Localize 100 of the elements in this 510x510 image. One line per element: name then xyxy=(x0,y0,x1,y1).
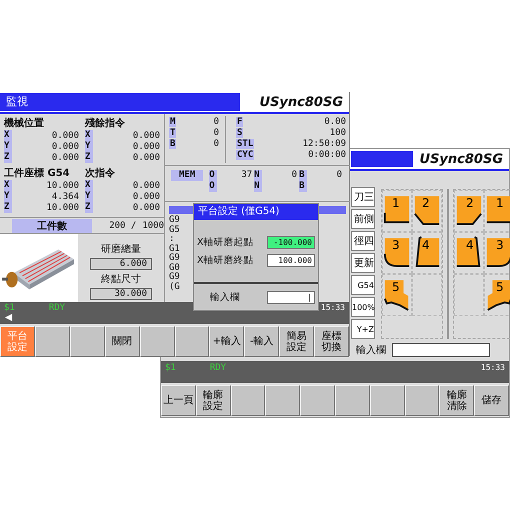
softkey[interactable]: 儲存 xyxy=(474,385,509,416)
code-label: F xyxy=(236,116,244,126)
side-tab[interactable]: G54 xyxy=(351,275,375,295)
shape-option[interactable]: 4 xyxy=(413,236,441,270)
program-key: N xyxy=(254,181,262,192)
program-key: B xyxy=(299,170,308,181)
shape-option[interactable]: 2 xyxy=(413,194,441,228)
axis-label: X xyxy=(4,180,12,191)
softkey[interactable] xyxy=(370,385,405,416)
code-value: 0:00:00 xyxy=(308,150,346,160)
input-field[interactable]: | xyxy=(267,290,315,304)
code-label: S xyxy=(236,128,244,138)
axis-label: X xyxy=(85,180,93,191)
axis-value: 0.000 xyxy=(132,130,160,140)
shape-option[interactable]: 2 xyxy=(455,194,483,228)
code-value: 100 xyxy=(330,128,346,138)
code-value: 0.00 xyxy=(324,116,346,126)
program-value: 0 xyxy=(336,170,343,181)
code-value: 12:50:09 xyxy=(302,138,346,148)
program-line: G9 xyxy=(169,273,181,282)
clock-time: 15:33 xyxy=(320,303,345,313)
end-size-value: 30.000 xyxy=(90,288,152,300)
input-label: 輸入欄 xyxy=(356,344,386,357)
softkey[interactable]: 輪廓設定 xyxy=(196,385,231,416)
end-size-label: 終點尺寸 xyxy=(101,272,141,286)
program-value: 37 xyxy=(240,170,254,181)
axis-label: X xyxy=(4,130,12,141)
program-line: : xyxy=(169,235,176,244)
side-tab[interactable]: 更新 xyxy=(351,253,375,273)
axis-label: Z xyxy=(4,152,12,163)
left-arrow-icon[interactable] xyxy=(4,313,13,322)
program-key: N xyxy=(254,170,262,181)
channel-label: $1 xyxy=(165,363,176,373)
position-title: 機械位置 xyxy=(4,116,45,130)
softkey[interactable]: 輪廓清除 xyxy=(439,385,474,416)
shape-option[interactable]: 5 xyxy=(383,278,411,312)
side-tab[interactable]: 前側 xyxy=(351,209,375,229)
grind-total-value: 6.000 xyxy=(90,258,152,270)
logo: USync80SG xyxy=(420,152,504,166)
value-field[interactable]: 100.000 xyxy=(267,254,315,266)
softkey[interactable] xyxy=(300,385,335,416)
softkey[interactable]: -輸入 xyxy=(244,326,280,357)
logo: USync80SG xyxy=(260,94,344,110)
position-title: 工件座標 G54 xyxy=(4,166,71,180)
axis-value: 0.000 xyxy=(52,152,79,162)
code-value: 0 xyxy=(214,116,219,126)
dialog-title: 平台設定 (僅G54) xyxy=(194,204,318,220)
axis-label: Z xyxy=(4,202,12,213)
program-line: G1 xyxy=(169,244,181,254)
side-tab[interactable]: Y+Z xyxy=(351,319,375,339)
program-key: B xyxy=(299,181,308,192)
axis-value: 0.000 xyxy=(52,142,79,152)
softkey[interactable]: 關閉 xyxy=(104,326,140,357)
input-label: 輸入欄 xyxy=(210,290,240,304)
channel-label: $1 xyxy=(4,303,15,313)
softkey[interactable] xyxy=(334,385,370,416)
axis-label: Z xyxy=(85,202,93,213)
softkey[interactable] xyxy=(140,326,175,357)
axis-label: Y xyxy=(85,191,93,202)
code-label: M xyxy=(169,116,176,126)
shape-option[interactable]: 5 xyxy=(485,278,510,312)
shape-option[interactable]: 1 xyxy=(485,194,510,228)
program-line: G0 xyxy=(169,264,181,272)
grind-total-label: 研磨總量 xyxy=(101,242,141,256)
program-value: 0 xyxy=(290,170,298,181)
side-tab[interactable]: 刀三 xyxy=(351,187,375,207)
axis-value: 0.000 xyxy=(52,130,79,140)
side-tab[interactable]: 100% xyxy=(351,297,375,317)
softkey[interactable] xyxy=(174,326,210,357)
softkey[interactable] xyxy=(70,326,105,357)
softkey[interactable] xyxy=(230,385,266,416)
shape-option[interactable]: 4 xyxy=(455,236,483,270)
position-title: 殘餘指令 xyxy=(85,116,126,130)
axis-label: Y xyxy=(4,141,12,152)
field-label: X軸研磨終點 xyxy=(197,254,254,266)
ready-status: RDY xyxy=(210,363,226,373)
count-total: 1000 xyxy=(142,220,164,230)
softkey[interactable]: +輸入 xyxy=(209,326,244,357)
axis-label: Z xyxy=(85,152,93,163)
softkey[interactable] xyxy=(404,385,440,416)
shape-option[interactable]: 3 xyxy=(485,236,510,270)
input-field[interactable] xyxy=(392,343,490,357)
softkey[interactable] xyxy=(34,326,70,357)
count-label: 工件數 xyxy=(12,218,92,232)
mode-label: MEM xyxy=(171,170,204,181)
axis-value: 0.000 xyxy=(132,180,160,190)
side-tab[interactable]: 徑四 xyxy=(351,231,375,251)
program-line: G9 xyxy=(169,216,181,225)
shape-option[interactable]: 1 xyxy=(383,194,411,228)
code-label: T xyxy=(169,128,176,138)
value-field[interactable]: -100.000 xyxy=(267,236,315,248)
softkey[interactable]: 上一頁 xyxy=(161,385,196,416)
softkey[interactable]: 簡易設定 xyxy=(279,326,314,357)
program-line: (G xyxy=(169,282,181,292)
shape-option[interactable]: 3 xyxy=(383,236,411,270)
program-key: O xyxy=(209,181,218,192)
softkey[interactable]: 座標切換 xyxy=(314,326,350,357)
softkey[interactable] xyxy=(265,385,300,416)
axis-value: 0.000 xyxy=(132,142,160,152)
axis-value: 0.000 xyxy=(132,202,160,212)
